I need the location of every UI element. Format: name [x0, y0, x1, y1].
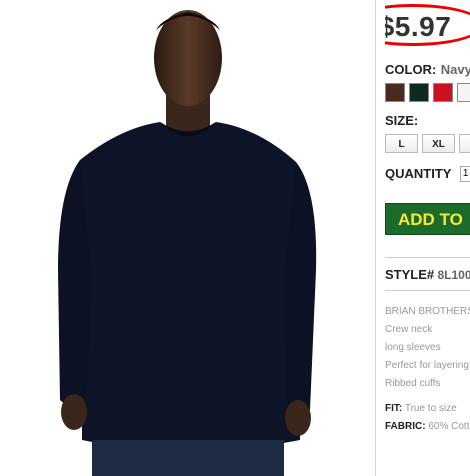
color-label: COLOR: — [385, 62, 437, 77]
color-row: COLOR: Navy — [385, 61, 470, 79]
size-l-button[interactable]: L — [385, 134, 418, 153]
model-image — [58, 10, 317, 476]
divider — [385, 257, 470, 258]
divider — [385, 290, 470, 291]
specs: FIT: True to size FABRIC: 60% Cotton — [385, 400, 470, 436]
quantity-row: QUANTITY — [385, 165, 470, 183]
style-value: 8L100 — [437, 268, 470, 282]
fabric-label: FABRIC: — [385, 421, 426, 432]
product-photo — [0, 0, 375, 476]
description-line: long sleeves — [385, 342, 441, 353]
description-line: Ribbed cuffs — [385, 378, 441, 389]
swatch-red[interactable] — [433, 83, 453, 102]
quantity-input[interactable] — [459, 165, 470, 182]
panel-divider — [375, 0, 376, 476]
fabric-row: FABRIC: 60% Cotton — [385, 418, 470, 436]
size-label: SIZE: — [385, 113, 419, 128]
fit-label: FIT: — [385, 403, 403, 414]
fabric-value: 60% Cotton — [428, 421, 470, 432]
price-block: $5.97 — [385, 4, 470, 48]
color-swatches — [385, 83, 470, 104]
style-label: STYLE# — [385, 267, 435, 282]
fit-value: True to size — [404, 403, 457, 414]
description: BRIAN BROTHERS Crew neck long sleeves Pe… — [385, 303, 470, 393]
description-line: Crew neck — [385, 324, 433, 335]
swatch-white[interactable] — [457, 83, 470, 102]
fit-row: FIT: True to size — [385, 400, 470, 418]
price-highlight-circle — [385, 4, 470, 46]
add-to-cart-button[interactable]: ADD TO — [385, 203, 470, 235]
size-xl-button[interactable]: XL — [422, 134, 455, 153]
color-value: Navy — [440, 62, 470, 77]
size-options: L XL — [385, 134, 470, 153]
swatch-dark-green[interactable] — [409, 83, 429, 102]
style-row: STYLE# 8L100 — [385, 267, 470, 282]
quantity-label: QUANTITY — [385, 166, 452, 181]
product-details-panel: $5.97 COLOR: Navy SIZE: LXL QUANTITY ADD… — [385, 0, 470, 476]
swatch-brown[interactable] — [385, 83, 405, 102]
description-line: Perfect for layering — [385, 360, 469, 371]
description-line: BRIAN BROTHERS — [385, 306, 470, 317]
size-next-button[interactable] — [459, 134, 470, 153]
